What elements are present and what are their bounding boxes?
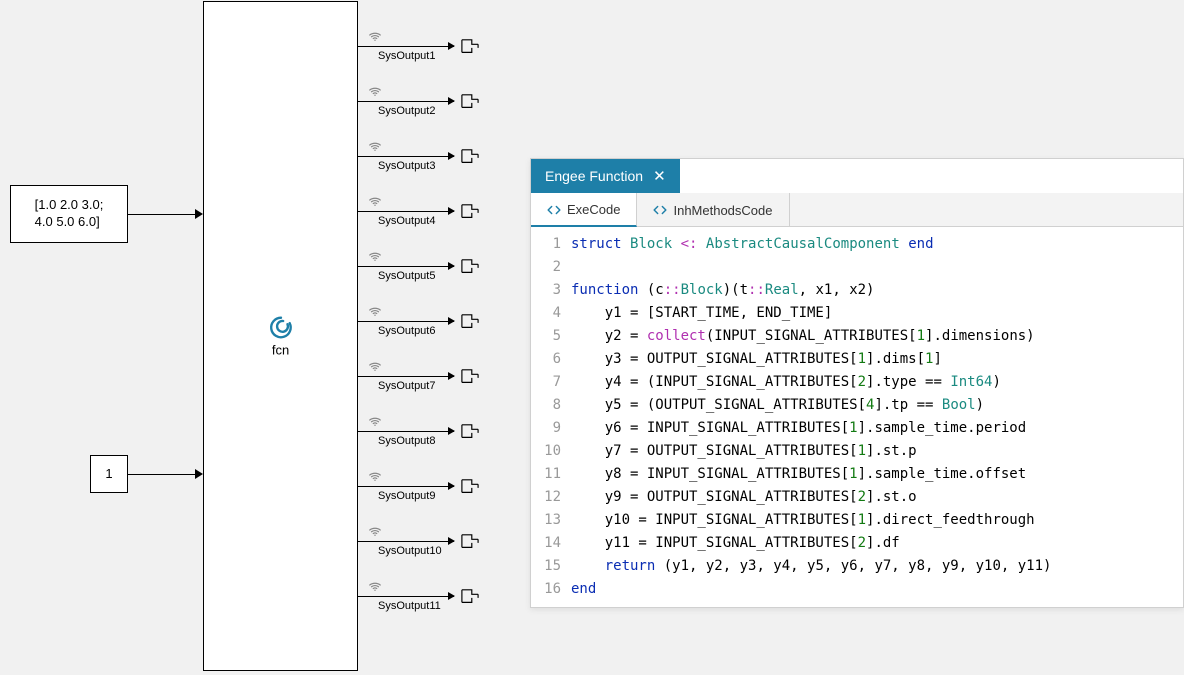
tab-label: ExeCode [567, 202, 620, 217]
output-port-label: SysOutput1 [378, 50, 435, 62]
terminator-block[interactable] [461, 588, 479, 604]
wire [128, 474, 195, 475]
terminator-block[interactable] [461, 93, 479, 109]
terminator-block[interactable] [461, 478, 479, 494]
terminator-block[interactable] [461, 423, 479, 439]
wire [358, 376, 454, 377]
wire [358, 211, 454, 212]
terminator-block[interactable] [461, 148, 479, 164]
fcn-block-label: fcn [268, 315, 294, 358]
code-text[interactable]: struct Block <: AbstractCausalComponent … [571, 233, 1183, 601]
output-port-row: SysOutput2 [358, 85, 498, 125]
wire [358, 431, 454, 432]
terminator-block[interactable] [461, 38, 479, 54]
line-number-gutter: 12345678910111213141516 [531, 233, 571, 601]
output-port-label: SysOutput9 [378, 490, 435, 502]
close-icon[interactable]: ✕ [653, 167, 666, 185]
output-port-row: SysOutput5 [358, 250, 498, 290]
arrowhead-icon [195, 469, 203, 479]
output-port-label: SysOutput11 [378, 600, 441, 612]
output-port-label: SysOutput10 [378, 545, 442, 557]
signal-logging-icon[interactable] [368, 413, 382, 427]
constant-block-value: 1 [105, 466, 112, 483]
tab-label: InhMethodsCode [673, 203, 772, 218]
output-port-row: SysOutput1 [358, 30, 498, 70]
output-port-label: SysOutput2 [378, 105, 435, 117]
signal-logging-icon[interactable] [368, 193, 382, 207]
terminator-block[interactable] [461, 258, 479, 274]
output-port-row: SysOutput8 [358, 415, 498, 455]
wire [358, 101, 454, 102]
output-port-row: SysOutput4 [358, 195, 498, 235]
code-icon [653, 203, 667, 217]
wire [358, 266, 454, 267]
wire [358, 541, 454, 542]
terminator-block[interactable] [461, 203, 479, 219]
signal-logging-icon[interactable] [368, 468, 382, 482]
tab-execode[interactable]: ExeCode [531, 193, 637, 227]
engee-logo-icon [268, 315, 294, 341]
signal-logging-icon[interactable] [368, 248, 382, 262]
arrowhead-icon [195, 209, 203, 219]
output-port-row: SysOutput11 [358, 580, 498, 620]
output-port-row: SysOutput6 [358, 305, 498, 345]
constant-block-matrix[interactable]: [1.0 2.0 3.0; 4.0 5.0 6.0] [10, 185, 128, 243]
engee-function-block[interactable]: fcn [203, 1, 358, 671]
output-port-label: SysOutput7 [378, 380, 435, 392]
terminator-block[interactable] [461, 533, 479, 549]
output-port-label: SysOutput6 [378, 325, 435, 337]
terminator-block[interactable] [461, 368, 479, 384]
output-port-row: SysOutput3 [358, 140, 498, 180]
editor-tab-bar: ExeCode InhMethodsCode [531, 193, 1183, 227]
output-port-label: SysOutput4 [378, 215, 435, 227]
signal-logging-icon[interactable] [368, 578, 382, 592]
signal-logging-icon[interactable] [368, 523, 382, 537]
wire [358, 486, 454, 487]
output-port-row: SysOutput9 [358, 470, 498, 510]
output-port-row: SysOutput7 [358, 360, 498, 400]
signal-logging-icon[interactable] [368, 303, 382, 317]
signal-logging-icon[interactable] [368, 83, 382, 97]
signal-logging-icon[interactable] [368, 28, 382, 42]
code-editor-panel: Engee Function ✕ ExeCode InhMethodsCode … [530, 158, 1184, 608]
code-icon [547, 203, 561, 217]
editor-title-text: Engee Function [545, 168, 643, 184]
wire [358, 156, 454, 157]
output-port-row: SysOutput10 [358, 525, 498, 565]
wire [358, 596, 454, 597]
editor-title-bar: Engee Function ✕ [531, 159, 680, 193]
tab-inhmethodscode[interactable]: InhMethodsCode [637, 193, 789, 226]
output-port-label: SysOutput5 [378, 270, 435, 282]
output-port-label: SysOutput8 [378, 435, 435, 447]
block-diagram-canvas[interactable]: [1.0 2.0 3.0; 4.0 5.0 6.0] 1 fcn SysOutp… [0, 0, 530, 675]
constant-block-value: [1.0 2.0 3.0; 4.0 5.0 6.0] [35, 197, 104, 231]
wire [358, 46, 454, 47]
output-port-label: SysOutput3 [378, 160, 435, 172]
wire [358, 321, 454, 322]
signal-logging-icon[interactable] [368, 138, 382, 152]
constant-block-scalar[interactable]: 1 [90, 455, 128, 493]
terminator-block[interactable] [461, 313, 479, 329]
signal-logging-icon[interactable] [368, 358, 382, 372]
code-editor-body[interactable]: 12345678910111213141516 struct Block <: … [531, 227, 1183, 607]
wire [128, 214, 195, 215]
